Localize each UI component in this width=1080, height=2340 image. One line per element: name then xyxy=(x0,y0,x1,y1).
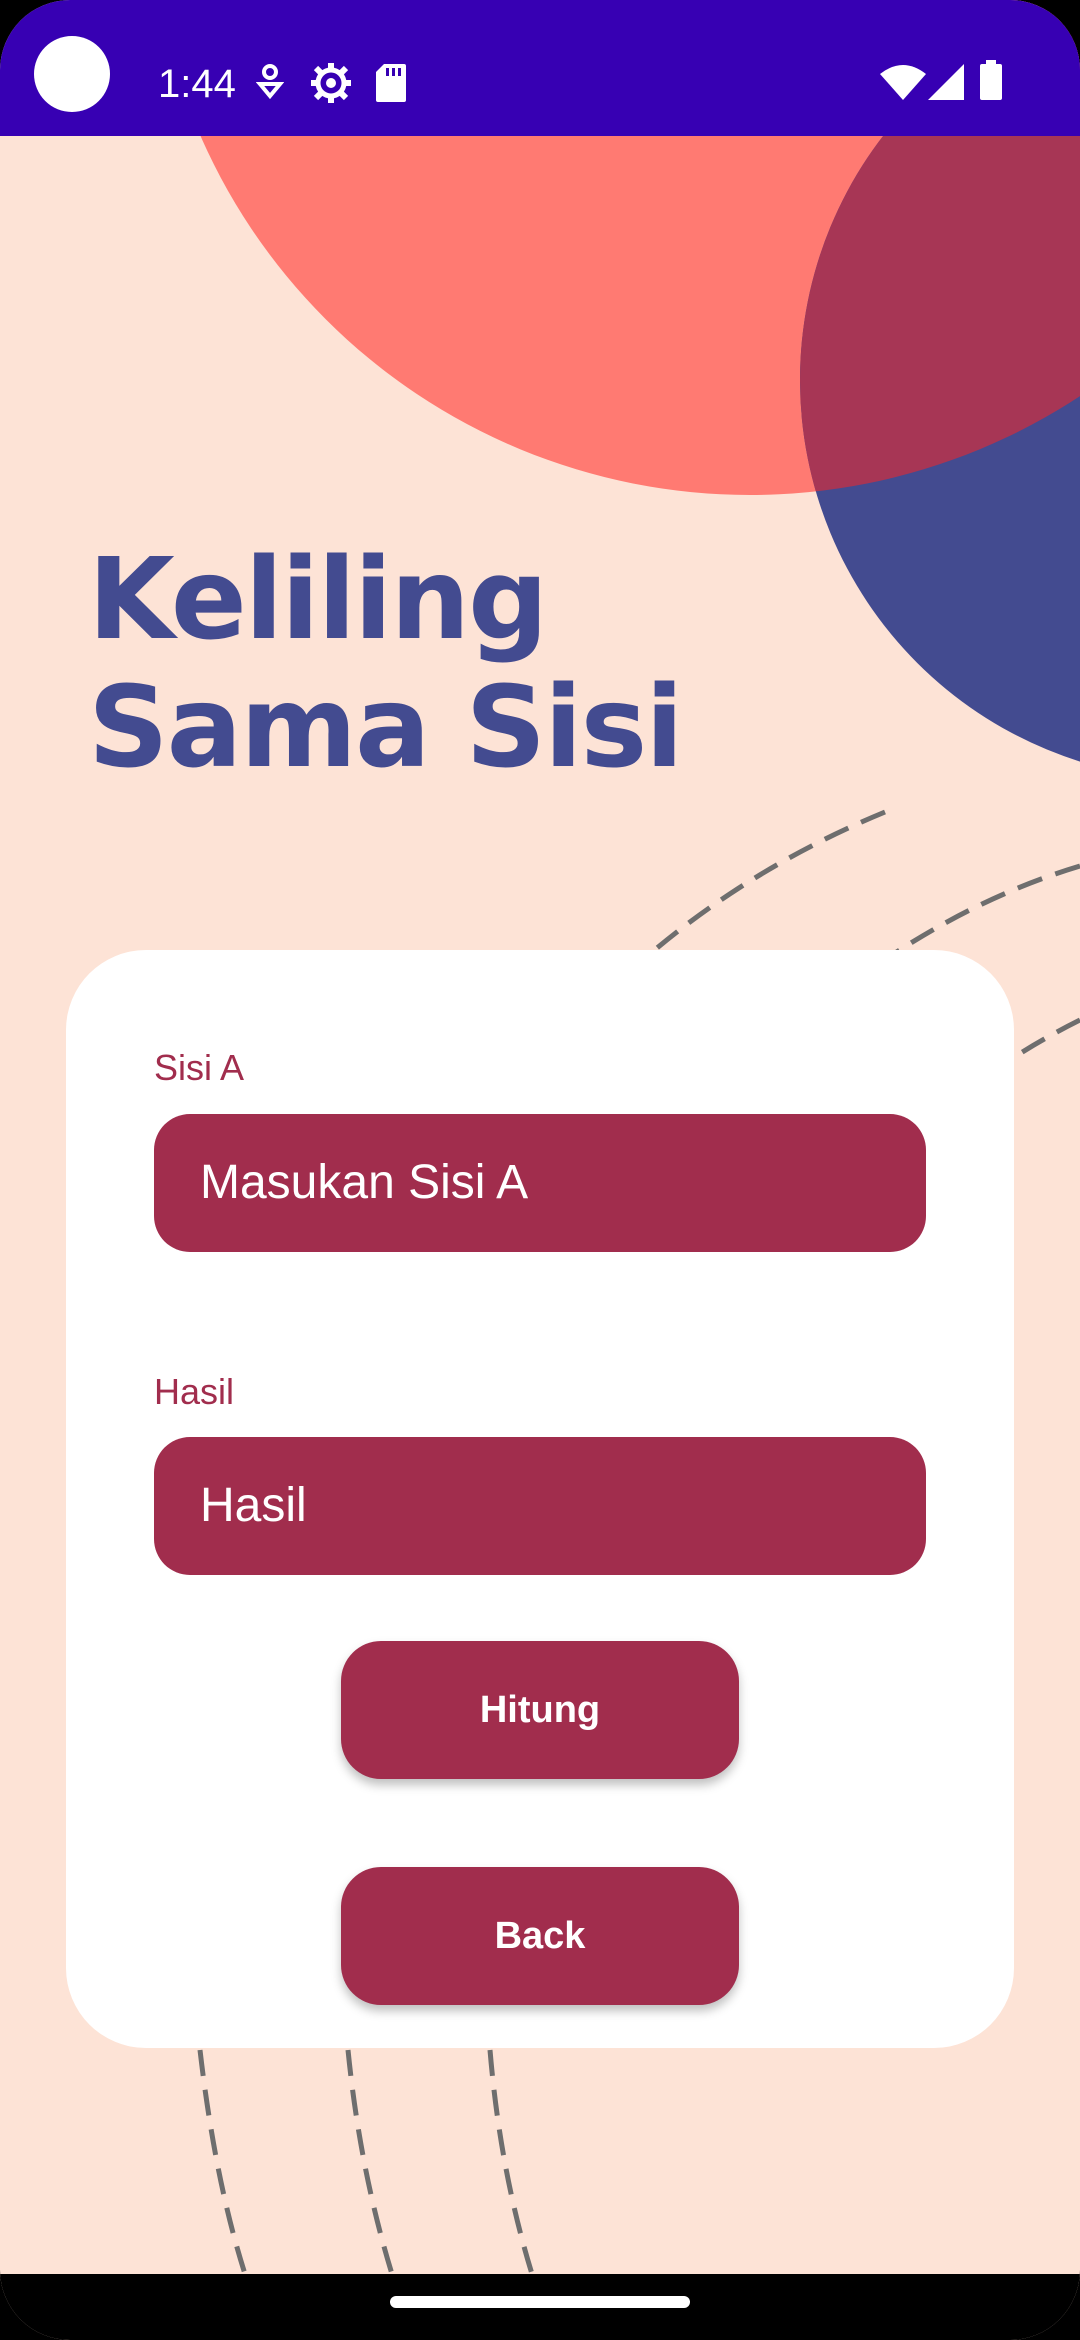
front-camera xyxy=(34,36,110,112)
battery-icon xyxy=(980,60,1002,100)
result-field[interactable]: Hasil xyxy=(154,1437,926,1575)
page-title: Keliling Sama Sisi xyxy=(88,535,684,793)
cell-signal-icon xyxy=(928,64,964,100)
settings-gear-icon xyxy=(311,63,351,103)
notification-icon xyxy=(256,64,284,100)
page-title-line-2: Sama Sisi xyxy=(88,663,684,793)
home-gesture-handle[interactable] xyxy=(390,2296,690,2308)
back-button[interactable]: Back xyxy=(341,1867,739,2005)
calculate-button[interactable]: Hitung xyxy=(341,1641,739,1779)
wifi-icon xyxy=(880,65,926,100)
result-label: Hasil xyxy=(154,1371,235,1412)
app-screen: 1:44 Keliling Sama Sisi Sisi A Masukan S… xyxy=(0,0,1080,2340)
sd-card-icon xyxy=(376,64,406,102)
side-a-label: Sisi A xyxy=(154,1047,245,1088)
side-a-input[interactable]: Masukan Sisi A xyxy=(154,1114,926,1252)
page-title-line-1: Keliling xyxy=(88,535,548,665)
status-time: 1:44 xyxy=(158,62,236,106)
form-card: Sisi A Masukan Sisi A Hasil Hasil Hitung… xyxy=(66,950,1014,2048)
status-bar: 1:44 xyxy=(0,0,1080,136)
